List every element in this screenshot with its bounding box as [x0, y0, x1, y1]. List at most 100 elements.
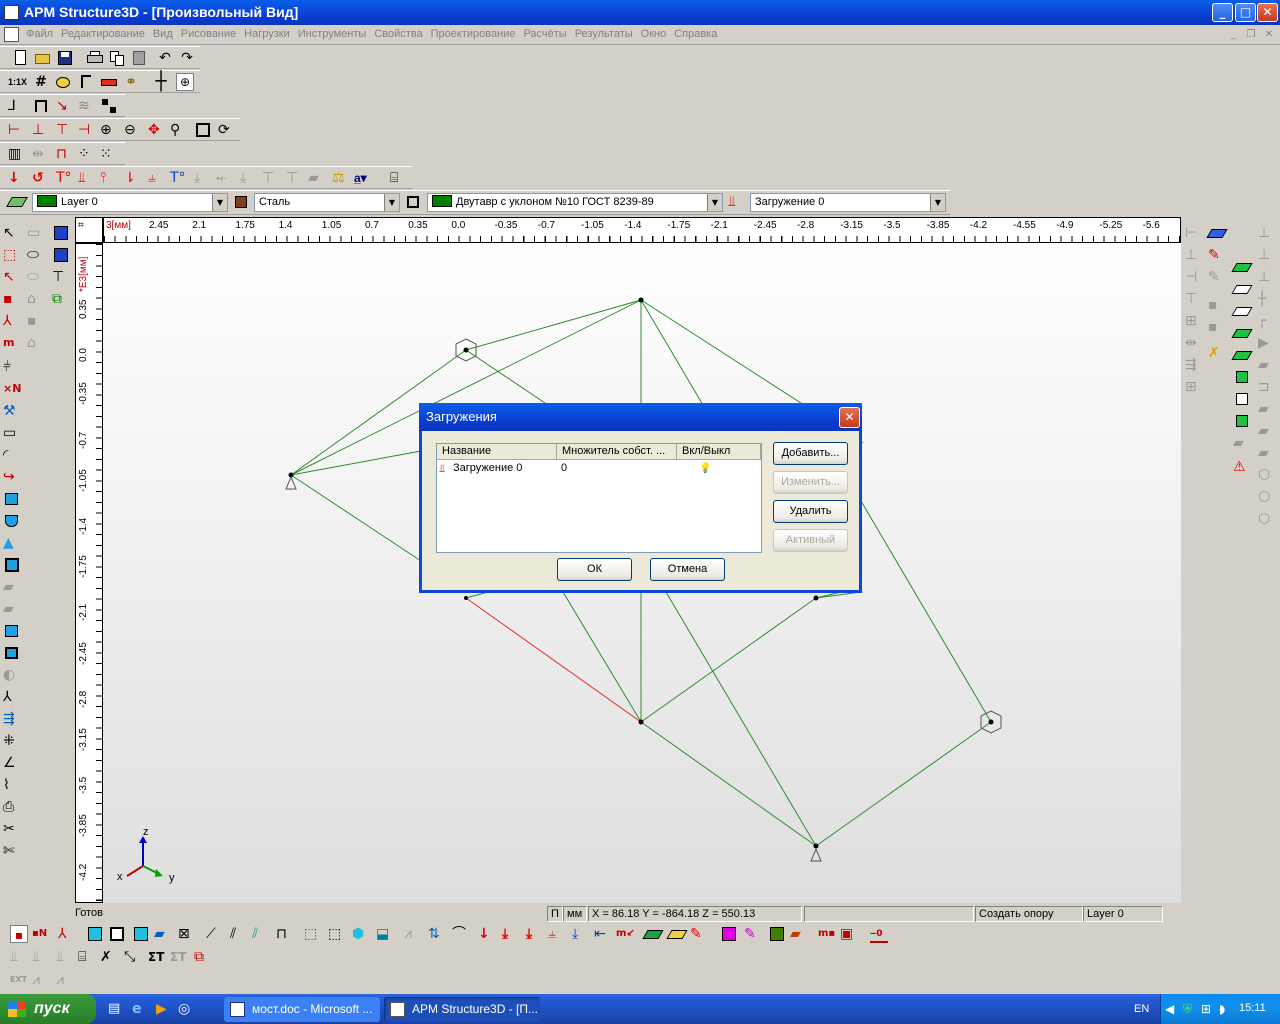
- load-table-icon[interactable]: ⌸: [390, 169, 408, 187]
- display-load-4-icon[interactable]: ⤓: [572, 925, 590, 943]
- messenger-icon[interactable]: ◎: [178, 1000, 196, 1018]
- display-plate-4-icon[interactable]: ▰: [154, 925, 172, 943]
- weight-icon[interactable]: ⚖: [332, 169, 350, 187]
- measure-icon[interactable]: [100, 73, 118, 91]
- section-select[interactable]: Двутавр с уклоном №10 ГОСТ 8239-89 ▼: [427, 193, 723, 212]
- color-red-icon[interactable]: ▣: [840, 925, 858, 943]
- copy-icon[interactable]: [108, 49, 126, 67]
- node-number-icon[interactable]: ▪N: [32, 925, 50, 943]
- select-arrow-icon[interactable]: ↖: [3, 268, 21, 286]
- zoom-in-icon[interactable]: ⊕: [100, 121, 118, 139]
- list-item[interactable]: ⫫ Загружение 0 0 💡: [437, 461, 761, 476]
- rotate-icon[interactable]: ⟳: [218, 121, 236, 139]
- plate-view-icon[interactable]: ⬭: [27, 246, 45, 264]
- array-icon[interactable]: [100, 97, 118, 115]
- menu-loads[interactable]: Нагрузки: [240, 25, 294, 44]
- section-icon[interactable]: [404, 193, 422, 211]
- rod-temperature-icon[interactable]: T°: [170, 169, 188, 187]
- highlight-icon[interactable]: ✗: [1208, 344, 1226, 362]
- display-force-2-icon[interactable]: ⤓: [502, 925, 520, 943]
- lightbulb-icon[interactable]: 💡: [699, 461, 711, 476]
- menu-properties[interactable]: Свойства: [370, 25, 426, 44]
- display-mesh-icon[interactable]: ⊠: [178, 925, 196, 943]
- cancel-button[interactable]: Отмена: [650, 558, 725, 581]
- paste-icon[interactable]: [130, 49, 148, 67]
- new-file-icon[interactable]: [12, 49, 30, 67]
- result-4-icon[interactable]: ⌸: [78, 948, 96, 966]
- warning-icon[interactable]: ⚠: [1233, 458, 1251, 476]
- display-layer-1-icon[interactable]: [642, 925, 664, 943]
- save-icon[interactable]: [56, 49, 74, 67]
- layers-stack-icon[interactable]: [1206, 224, 1228, 242]
- result-9-icon[interactable]: ⧉: [194, 948, 212, 966]
- menu-window[interactable]: Окно: [637, 25, 671, 44]
- plate-green-2-icon[interactable]: [1231, 324, 1253, 342]
- plate-load-icon[interactable]: ⫨: [148, 169, 166, 187]
- temperature-icon[interactable]: T°: [56, 169, 74, 187]
- curve-icon[interactable]: ↪: [3, 468, 21, 486]
- copy-green-icon[interactable]: ⧉: [52, 290, 70, 308]
- solid-green-1-icon[interactable]: [1233, 368, 1251, 386]
- color-brown-icon[interactable]: ▰: [790, 925, 808, 943]
- taskbar-item-word[interactable]: мост.doc - Microsoft ...: [224, 997, 380, 1022]
- color-edit-icon[interactable]: ✎: [1208, 246, 1226, 264]
- arrow-tool-icon[interactable]: ↘: [56, 97, 74, 115]
- copy-nodes-icon[interactable]: ⁙: [100, 145, 118, 163]
- color-mass-icon[interactable]: m▪: [818, 925, 836, 943]
- display-shade-icon[interactable]: ⫽: [252, 925, 270, 943]
- view-front-icon[interactable]: ⊢: [8, 121, 26, 139]
- menu-calculations[interactable]: Расчёты: [519, 25, 570, 44]
- document-icon[interactable]: [4, 27, 19, 42]
- group-icon[interactable]: ⁜: [3, 732, 21, 750]
- ie-icon[interactable]: e: [132, 1000, 150, 1018]
- target-icon[interactable]: ⊕: [176, 73, 194, 91]
- result-5-icon[interactable]: ✗: [100, 948, 118, 966]
- start-button[interactable]: пуск: [0, 994, 96, 1024]
- add-button[interactable]: Добавить...: [773, 442, 848, 465]
- pan-icon[interactable]: ✥: [148, 121, 166, 139]
- load-case-select[interactable]: Загружение 0 ▼: [750, 193, 946, 212]
- display-section-4-icon[interactable]: ⬓: [376, 925, 394, 943]
- dialog-close-button[interactable]: ✕: [839, 407, 860, 428]
- node-display-icon[interactable]: ▪: [10, 925, 28, 943]
- redo-icon[interactable]: ↷: [178, 49, 196, 67]
- pointer-icon[interactable]: ↖: [3, 224, 21, 242]
- view-side-icon[interactable]: ⊤: [56, 121, 74, 139]
- app-icon[interactable]: [4, 5, 19, 20]
- moment-icon[interactable]: ↺: [32, 169, 50, 187]
- tool-wrench-icon[interactable]: ⚒: [3, 402, 21, 420]
- force-icon[interactable]: ↓: [8, 169, 26, 187]
- display-force-3-icon[interactable]: ⤓: [526, 925, 544, 943]
- menu-help[interactable]: Справка: [670, 25, 721, 44]
- zoom-window-icon[interactable]: ⚲: [170, 121, 188, 139]
- color-magenta-icon[interactable]: [720, 925, 738, 943]
- color-olive-icon[interactable]: [768, 925, 786, 943]
- material-icon[interactable]: [232, 193, 250, 211]
- result-6-icon[interactable]: ⤡: [124, 948, 142, 966]
- scale-icon[interactable]: 1:1X: [8, 73, 27, 91]
- show-desktop-icon[interactable]: ▤: [108, 1000, 126, 1018]
- grid-icon[interactable]: #: [32, 73, 50, 91]
- result-7-icon[interactable]: ΣT: [148, 948, 166, 966]
- hinge-icon[interactable]: ×N: [3, 380, 21, 398]
- display-mass-icon[interactable]: m↙: [616, 925, 635, 943]
- node-icon[interactable]: ⅃: [8, 97, 26, 115]
- edit-button[interactable]: Изменить...: [773, 471, 848, 494]
- display-plate-2-icon[interactable]: [108, 925, 126, 943]
- color-pen-icon[interactable]: ✎: [744, 925, 762, 943]
- rod-icon[interactable]: [32, 97, 50, 115]
- zoom-all-icon[interactable]: [194, 121, 212, 139]
- solid-green-2-icon[interactable]: [1233, 412, 1251, 430]
- display-color-icon[interactable]: ✎: [690, 925, 708, 943]
- select-rect-icon[interactable]: ⬚: [3, 246, 21, 264]
- ok-button[interactable]: ОК: [557, 558, 632, 581]
- taskbar-item-apm[interactable]: APM Structure3D - [П...: [384, 997, 540, 1022]
- solid-outline-icon[interactable]: [1233, 390, 1251, 408]
- plate-green-icon[interactable]: [1231, 258, 1253, 276]
- chevron-down-icon[interactable]: ▼: [384, 194, 399, 211]
- printer-tool-icon[interactable]: ⎙: [3, 798, 21, 816]
- break-icon[interactable]: ⌇: [3, 776, 21, 794]
- tray-shield-icon[interactable]: ⛨: [1183, 1001, 1192, 1017]
- menu-design[interactable]: Проектирование: [427, 25, 520, 44]
- display-section-1-icon[interactable]: ⬚: [304, 925, 322, 943]
